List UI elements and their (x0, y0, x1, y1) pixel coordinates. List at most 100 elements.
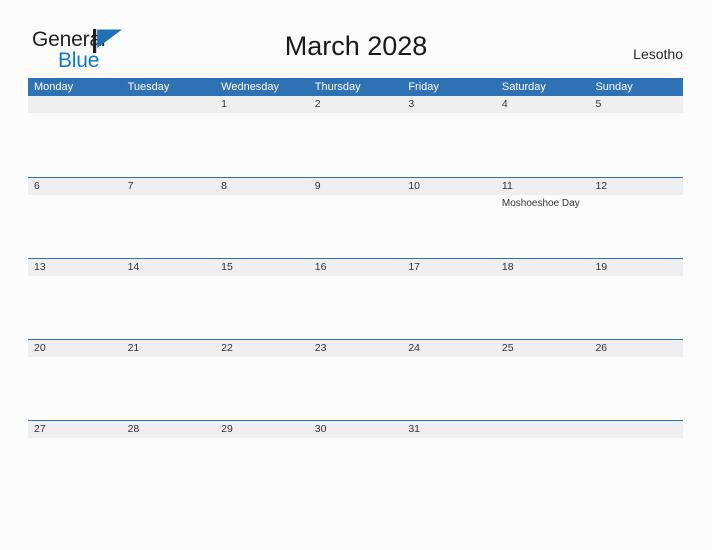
day-cell[interactable]: 29 (215, 421, 309, 501)
day-number: 17 (408, 261, 420, 273)
day-events (128, 438, 212, 440)
day-events (221, 438, 305, 440)
day-number: 31 (408, 423, 420, 435)
day-events (128, 195, 212, 197)
day-cell[interactable] (496, 421, 590, 501)
day-events (34, 113, 118, 115)
weekday-sunday: Sunday (595, 81, 633, 93)
day-events (595, 113, 679, 115)
day-cell[interactable]: 10 (402, 178, 496, 258)
holiday-label: Moshoeshoe Day (501, 198, 580, 209)
day-number: 23 (314, 342, 327, 354)
day-cell[interactable]: 18 (496, 259, 590, 339)
day-number: 24 (408, 342, 420, 354)
day-cell[interactable]: 1 (215, 96, 309, 177)
day-number: 1 (221, 98, 227, 110)
day-events (595, 276, 679, 278)
day-events (34, 357, 118, 359)
day-number: 21 (127, 342, 140, 354)
day-events (34, 438, 118, 440)
country-label: Lesotho (633, 46, 683, 62)
day-events (595, 357, 679, 359)
day-events (408, 195, 492, 197)
day-events (502, 357, 586, 359)
day-events (408, 438, 492, 440)
day-cell[interactable]: 21 (122, 340, 216, 420)
day-events (34, 195, 118, 197)
day-cell[interactable]: 20 (28, 340, 122, 420)
day-number: 12 (595, 180, 608, 192)
day-cell[interactable] (122, 96, 216, 177)
weekday-friday: Friday (408, 81, 439, 93)
day-number: 13 (34, 261, 46, 273)
day-cell-holiday[interactable]: 11 Moshoeshoe Day (496, 178, 590, 258)
day-cell[interactable]: 25 (496, 340, 590, 420)
day-events (595, 195, 679, 197)
day-number: 28 (127, 423, 140, 435)
day-cell[interactable] (589, 421, 683, 501)
calendar-grid: Monday Tuesday Wednesday Thursday Friday… (28, 78, 683, 501)
day-events (34, 276, 118, 278)
day-events (221, 357, 305, 359)
day-cell[interactable]: 26 (589, 340, 683, 420)
day-number: 20 (34, 342, 46, 354)
day-cell[interactable]: 8 (215, 178, 309, 258)
day-cell[interactable]: 3 (402, 96, 496, 177)
day-cell[interactable]: 24 (402, 340, 496, 420)
day-cell[interactable]: 7 (122, 178, 216, 258)
day-cell[interactable]: 15 (215, 259, 309, 339)
day-number: 19 (595, 261, 608, 273)
day-events (502, 113, 586, 115)
day-cell[interactable]: 28 (122, 421, 216, 501)
day-number: 18 (501, 261, 514, 273)
day-events (408, 113, 492, 115)
weekday-monday: Monday (34, 81, 74, 93)
day-events (221, 195, 305, 197)
day-events (221, 276, 305, 278)
day-events (315, 357, 399, 359)
weekday-tuesday: Tuesday (127, 81, 170, 93)
day-number: 2 (314, 98, 321, 110)
day-cell[interactable]: 27 (28, 421, 122, 501)
day-cell[interactable] (28, 96, 122, 177)
day-events (502, 438, 586, 440)
day-number: 7 (127, 180, 134, 192)
day-cell[interactable]: 31 (402, 421, 496, 501)
day-events (315, 195, 399, 197)
day-cell[interactable]: 4 (496, 96, 590, 177)
day-cell[interactable]: 22 (215, 340, 309, 420)
day-number: 16 (314, 261, 327, 273)
day-events (315, 276, 399, 278)
day-cell[interactable]: 9 (309, 178, 403, 258)
day-number: 8 (221, 180, 227, 192)
day-cell[interactable]: 2 (309, 96, 403, 177)
week-row: 27 28 29 30 31 (28, 420, 683, 501)
day-number: 9 (314, 180, 321, 192)
day-events (128, 357, 212, 359)
day-number: 4 (501, 98, 508, 110)
day-cell[interactable]: 23 (309, 340, 403, 420)
day-number: 15 (221, 261, 233, 273)
week-row: 1 2 3 4 5 (28, 96, 683, 177)
day-cell[interactable]: 16 (309, 259, 403, 339)
day-events: Moshoeshoe Day (502, 195, 586, 210)
day-cell[interactable]: 14 (122, 259, 216, 339)
weekday-wednesday: Wednesday (221, 81, 280, 93)
day-number: 11 (501, 180, 513, 192)
day-cell[interactable]: 30 (309, 421, 403, 501)
day-cell[interactable]: 5 (589, 96, 683, 177)
day-number: 6 (34, 180, 40, 192)
day-number: 29 (221, 423, 233, 435)
day-cell[interactable]: 19 (589, 259, 683, 339)
page-title: March 2028 (284, 31, 428, 61)
day-events (315, 438, 399, 440)
day-cell[interactable]: 6 (28, 178, 122, 258)
week-row: 13 14 15 16 17 18 19 (28, 258, 683, 339)
day-cell[interactable]: 13 (28, 259, 122, 339)
day-number: 10 (408, 180, 420, 192)
day-number: 25 (501, 342, 514, 354)
day-events (221, 113, 305, 115)
day-cell[interactable]: 17 (402, 259, 496, 339)
day-events (128, 276, 212, 278)
day-cell[interactable]: 12 (589, 178, 683, 258)
